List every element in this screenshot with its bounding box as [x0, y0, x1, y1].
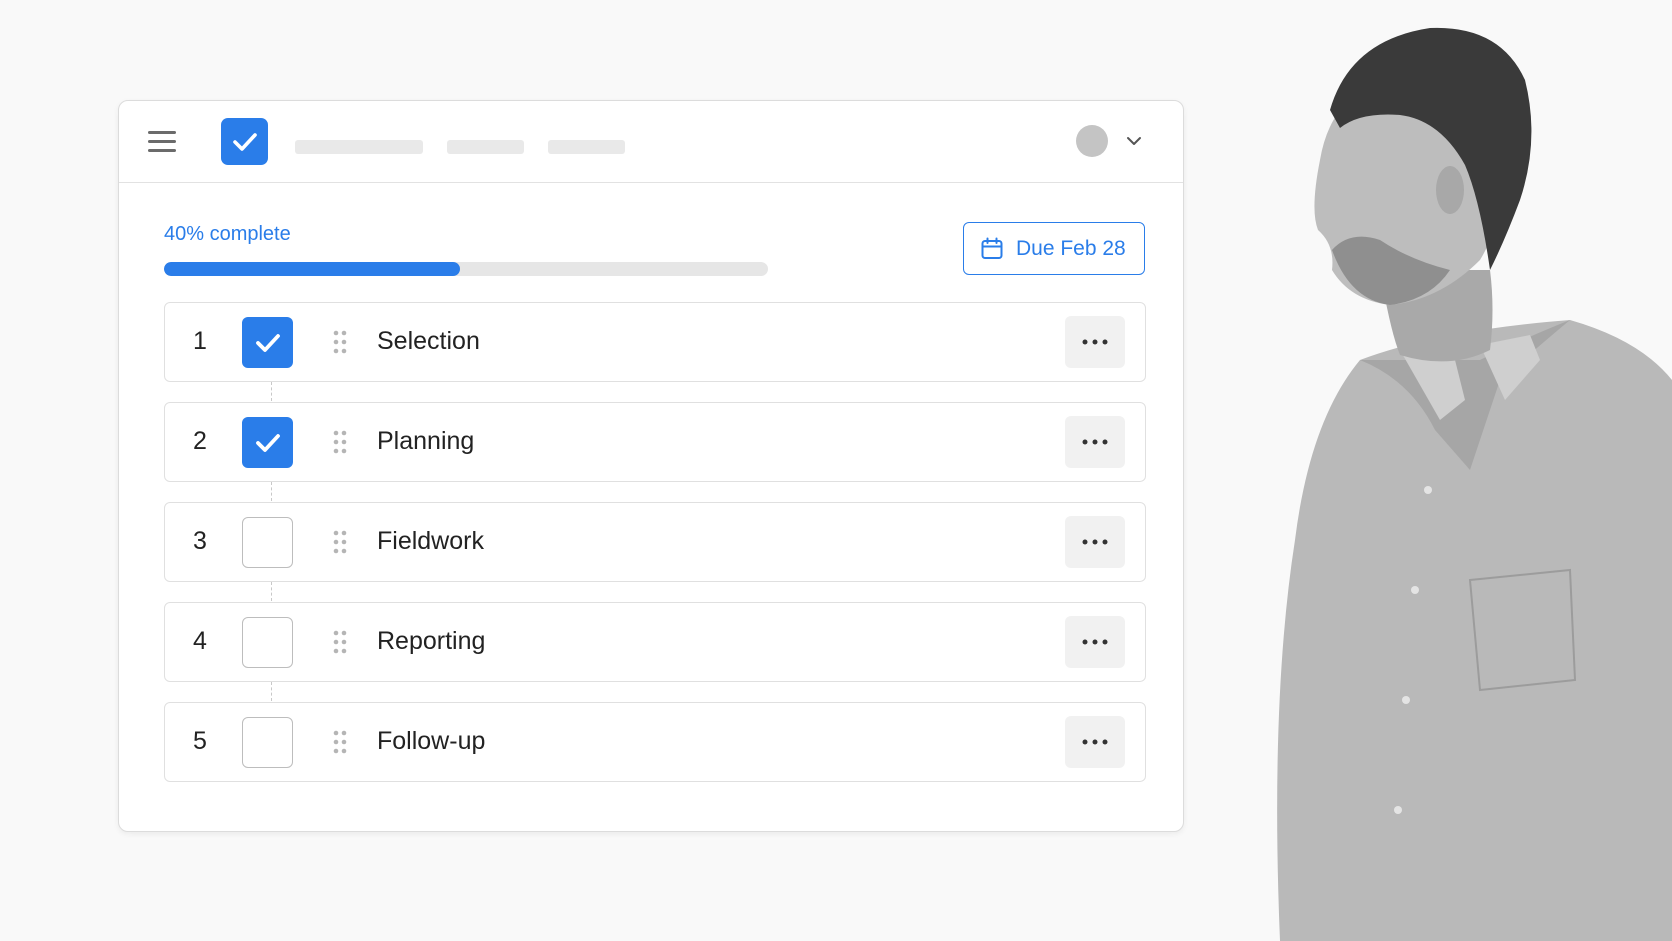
hamburger-menu-icon[interactable]	[148, 129, 178, 155]
step-number: 2	[193, 427, 207, 455]
person-profile-photo	[1277, 27, 1672, 941]
drag-handle-icon[interactable]	[332, 629, 348, 655]
nav-placeholder-1	[295, 140, 423, 154]
step-connector	[271, 382, 272, 401]
nav-placeholder-2	[447, 140, 524, 154]
step-row[interactable]: 5 Follow-up	[164, 702, 1146, 782]
checkmark-icon	[255, 333, 280, 352]
due-date-label: Due Feb 28	[1016, 236, 1126, 260]
drag-handle-icon[interactable]	[332, 429, 348, 455]
step-number: 1	[193, 327, 207, 355]
app-header	[119, 101, 1183, 183]
avatar[interactable]	[1076, 125, 1108, 157]
chevron-down-icon[interactable]	[1125, 134, 1143, 148]
step-checkbox[interactable]	[242, 617, 293, 668]
step-checkbox[interactable]	[242, 317, 293, 368]
ellipsis-icon	[1082, 739, 1108, 745]
checklist-card: 40% complete Due Feb 28 1 Selection 2 Plann…	[118, 100, 1184, 832]
step-number: 3	[193, 527, 207, 555]
step-row[interactable]: 3 Fieldwork	[164, 502, 1146, 582]
step-number: 4	[193, 627, 207, 655]
more-options-button[interactable]	[1065, 616, 1125, 668]
step-connector	[271, 582, 272, 601]
step-label: Reporting	[377, 627, 486, 655]
nav-placeholder-3	[548, 140, 625, 154]
step-label: Follow-up	[377, 727, 486, 755]
ellipsis-icon	[1082, 439, 1108, 445]
step-connector	[271, 682, 272, 701]
more-options-button[interactable]	[1065, 416, 1125, 468]
step-number: 5	[193, 727, 207, 755]
drag-handle-icon[interactable]	[332, 529, 348, 555]
drag-handle-icon[interactable]	[332, 729, 348, 755]
step-connector	[271, 482, 272, 501]
step-checkbox[interactable]	[242, 417, 293, 468]
calendar-icon	[981, 237, 1003, 259]
ellipsis-icon	[1082, 639, 1108, 645]
app-logo-check-icon	[221, 118, 268, 165]
ellipsis-icon	[1082, 339, 1108, 345]
more-options-button[interactable]	[1065, 316, 1125, 368]
checkmark-icon	[255, 433, 280, 452]
step-checkbox[interactable]	[242, 517, 293, 568]
more-options-button[interactable]	[1065, 716, 1125, 768]
drag-handle-icon[interactable]	[332, 329, 348, 355]
progress-label: 40% complete	[164, 223, 291, 245]
step-checkbox[interactable]	[242, 717, 293, 768]
step-label: Planning	[377, 427, 475, 455]
progress-bar	[164, 262, 768, 276]
step-label: Fieldwork	[377, 527, 484, 555]
step-row[interactable]: 2 Planning	[164, 402, 1146, 482]
progress-bar-fill	[164, 262, 460, 276]
more-options-button[interactable]	[1065, 516, 1125, 568]
step-label: Selection	[377, 327, 480, 355]
step-row[interactable]: 4 Reporting	[164, 602, 1146, 682]
due-date-button[interactable]: Due Feb 28	[963, 222, 1145, 275]
ellipsis-icon	[1082, 539, 1108, 545]
step-row[interactable]: 1 Selection	[164, 302, 1146, 382]
